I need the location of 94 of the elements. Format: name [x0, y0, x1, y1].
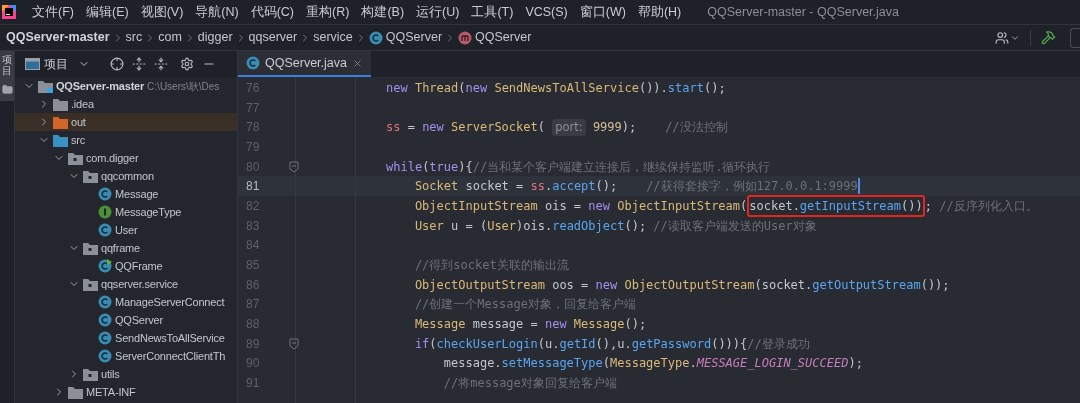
tree-item[interactable]: QQServer [115, 311, 163, 329]
toolbar-button[interactable] [1070, 27, 1080, 48]
package-icon [83, 367, 98, 381]
breadcrumb-item[interactable]: QQServer [475, 28, 532, 47]
class-icon [98, 295, 112, 309]
breadcrumb-item[interactable]: com [158, 28, 182, 47]
code-text: ObjectInputStream ois = new ObjectInputStream( [413, 197, 748, 215]
breadcrumb-item[interactable]: src [125, 28, 143, 47]
tree-item[interactable]: qqframe [101, 239, 140, 257]
tree-item[interactable]: Message [115, 185, 159, 203]
tree-item[interactable]: qqserver.service [101, 275, 178, 293]
tree-item[interactable]: SendNewsToAllService [115, 329, 225, 347]
class-icon [246, 56, 260, 70]
tree-item[interactable]: out [71, 113, 86, 131]
folder-icon [53, 97, 68, 111]
breadcrumb-item[interactable]: QQServer [385, 28, 443, 47]
app-logo-icon [2, 5, 16, 19]
menu-item[interactable]: 文件(F) [26, 2, 80, 22]
menu-item[interactable]: 构建(B) [355, 2, 411, 22]
method-icon [458, 30, 473, 45]
folder-icon [38, 79, 53, 93]
tree-item[interactable]: User [115, 221, 138, 239]
menu-item[interactable]: 视图(V) [134, 2, 190, 22]
package-icon [83, 169, 98, 183]
breadcrumb-item[interactable]: qqserver [248, 28, 298, 47]
tree-item[interactable]: QQFrame [115, 257, 163, 275]
runnable-class-icon [98, 259, 112, 273]
tree-item[interactable]: MessageType [115, 203, 182, 221]
editor-tab[interactable]: QQServer.java [238, 51, 371, 77]
class-icon [98, 187, 112, 201]
folder-icon [53, 115, 68, 129]
package-icon [68, 151, 83, 165]
folder-icon [53, 133, 68, 147]
line-number: 81 [245, 178, 261, 196]
tree-item[interactable]: ManageServerConnect [115, 293, 225, 311]
breadcrumb-item[interactable]: service [313, 28, 353, 47]
hammer-icon[interactable] [1041, 30, 1056, 45]
locate-icon[interactable] [110, 57, 124, 71]
fold-marker-icon[interactable] [289, 337, 299, 350]
class-icon [98, 223, 112, 237]
code-text: //得到socket关联的输出流 [413, 257, 569, 275]
settings-icon[interactable] [180, 57, 194, 71]
highlighted-code: socket.getInputStream()) [747, 194, 925, 217]
code-text: ; //反序列化入口。 [924, 197, 1038, 215]
tree-item[interactable]: src [71, 131, 86, 149]
collapse-all-icon[interactable] [154, 57, 168, 71]
folder-icon [68, 385, 83, 399]
panel-title[interactable]: 项目 [44, 55, 68, 73]
text-caret [857, 178, 860, 195]
tab-label[interactable]: QQServer.java [265, 53, 347, 73]
code-text: 9999); //没法控制 [591, 119, 728, 137]
code-text: message.setMessageType(MessageType.MESSAGE_LOGIN_SUCCEED); [442, 355, 863, 373]
code-text: ss = new ServerSocket( [386, 119, 546, 137]
tree-item[interactable]: .idea [71, 95, 94, 113]
tree-item[interactable]: com.digger [86, 149, 139, 167]
window-title: QQServer-master - QQServer.java [707, 3, 899, 21]
code-text: User u = (User)ois.readObject(); //读取客户端发送的User对象 [413, 217, 817, 235]
menu-item[interactable]: 运行(U) [410, 2, 466, 22]
class-icon [98, 349, 112, 363]
breadcrumb-item[interactable]: QQServer-master [6, 28, 110, 47]
code-text: ObjectOutputStream oos = new ObjectOutputStream(socket.getOutputStream()); [413, 276, 950, 294]
menu-item[interactable]: 帮助(H) [631, 2, 688, 22]
menu-item[interactable]: 工具(T) [465, 2, 520, 22]
code-text: if(checkUserLogin(u.getId(),u.getPassword())){//登录成功 [413, 335, 810, 353]
window-icon [25, 58, 40, 70]
tree-item[interactable]: ServerConnectClientTh [115, 347, 226, 365]
breadcrumb-item[interactable]: digger [197, 28, 233, 47]
tree-item[interactable]: qqcommon [101, 167, 154, 185]
expand-all-icon[interactable] [132, 57, 146, 71]
fold-marker-icon[interactable] [289, 160, 299, 173]
code-text: new Thread(new SendNewsToAllService()).start(); [386, 79, 726, 97]
package-icon [83, 241, 98, 255]
close-icon[interactable] [352, 57, 363, 69]
menu-item[interactable]: 导航(N) [189, 2, 245, 22]
class-icon [98, 313, 112, 327]
menu-item[interactable]: 重构(R) [300, 2, 356, 22]
class-icon [368, 30, 383, 45]
parameter-hint: port: [552, 118, 586, 136]
code-text: while(true){//当和某个客户端建立连接后，继续保持监听.循环执行 [386, 158, 771, 176]
menu-item[interactable]: VCS(S) [519, 2, 574, 22]
menu-item[interactable]: 编辑(E) [79, 2, 135, 22]
folder-icon[interactable] [1, 84, 13, 95]
tree-item[interactable]: utils [101, 365, 120, 383]
menu-item[interactable]: 窗口(W) [573, 2, 632, 22]
code-text: Message message = new Message(); [413, 316, 647, 334]
code-text: //将message对象回复给客户端 [442, 375, 617, 393]
users-icon[interactable] [995, 30, 1009, 45]
tree-item[interactable]: META-INF [86, 383, 136, 401]
package-icon [83, 277, 98, 291]
class-icon [98, 331, 112, 345]
project-path: C:\Users\耿\Des [147, 79, 220, 94]
menu-item[interactable]: 代码(C) [244, 2, 301, 22]
interface-icon [98, 205, 112, 219]
tree-item[interactable]: QQServer-master [56, 77, 145, 95]
